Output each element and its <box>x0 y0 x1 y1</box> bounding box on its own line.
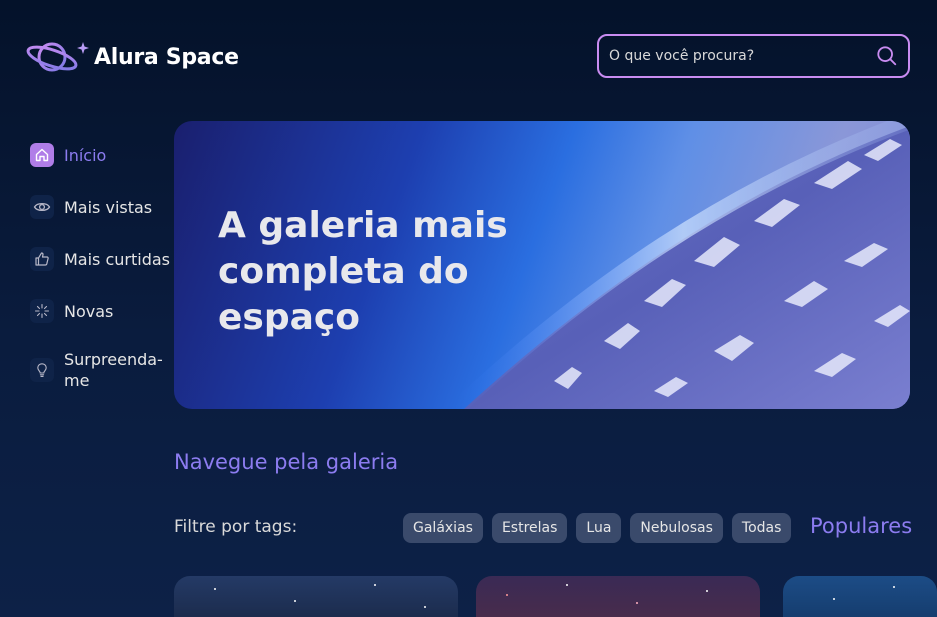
star-decoration <box>294 600 296 602</box>
star-decoration <box>636 602 638 604</box>
sidebar-item-label: Início <box>64 145 107 165</box>
eye-icon <box>30 195 54 219</box>
logo[interactable]: Alura Space <box>26 36 239 78</box>
banner-title: A galeria mais completa do espaço <box>218 205 508 338</box>
search-icon[interactable] <box>876 45 898 67</box>
gallery-card[interactable] <box>174 576 458 617</box>
gallery-card[interactable] <box>476 576 760 617</box>
popular-title: Populares <box>810 514 913 538</box>
sidebar-item-label: Mais curtidas <box>64 249 171 269</box>
star-decoration <box>566 584 568 586</box>
lightbulb-icon <box>30 358 54 382</box>
search-box[interactable] <box>597 34 910 78</box>
sidebar-item-surpreenda-me[interactable]: Surpreenda-me <box>30 349 170 391</box>
tag-estrelas[interactable]: Estrelas <box>491 513 568 543</box>
star-decoration <box>424 606 426 608</box>
planet-logo-icon <box>26 42 89 72</box>
filter-label: Filtre por tags: <box>174 517 298 537</box>
home-icon <box>30 143 54 167</box>
sidebar-item-novas[interactable]: Novas <box>30 299 170 323</box>
star-decoration <box>506 594 508 596</box>
sidebar-item-label: Novas <box>64 301 114 321</box>
tag-nebulosas[interactable]: Nebulosas <box>630 513 723 543</box>
thumbs-up-icon <box>30 247 54 271</box>
search-input[interactable] <box>609 48 876 64</box>
star-decoration <box>833 598 835 600</box>
star-decoration <box>706 590 708 592</box>
logo-text: Alura Space <box>94 44 239 70</box>
sparkle-icon <box>30 299 54 323</box>
sidebar-item-inicio[interactable]: Início <box>30 143 170 167</box>
tag-todas[interactable]: Todas <box>731 513 792 543</box>
tag-list: Galáxias Estrelas Lua Nebulosas Todas <box>403 513 800 543</box>
tag-galaxias[interactable]: Galáxias <box>403 513 483 543</box>
section-title: Navegue pela galeria <box>174 450 399 474</box>
star-decoration <box>374 584 376 586</box>
gallery-card[interactable] <box>783 576 937 617</box>
tag-lua[interactable]: Lua <box>576 513 622 543</box>
sidebar-item-mais-vistas[interactable]: Mais vistas <box>30 195 170 219</box>
sidebar-item-label: Surpreenda-me <box>64 350 163 390</box>
sidebar-item-label: Mais vistas <box>64 197 153 217</box>
hero-banner: A galeria mais completa do espaço <box>174 121 910 409</box>
sidebar-item-mais-curtidas[interactable]: Mais curtidas <box>30 247 170 271</box>
header: Alura Space <box>0 0 937 110</box>
star-decoration <box>893 586 895 588</box>
star-decoration <box>214 588 216 590</box>
